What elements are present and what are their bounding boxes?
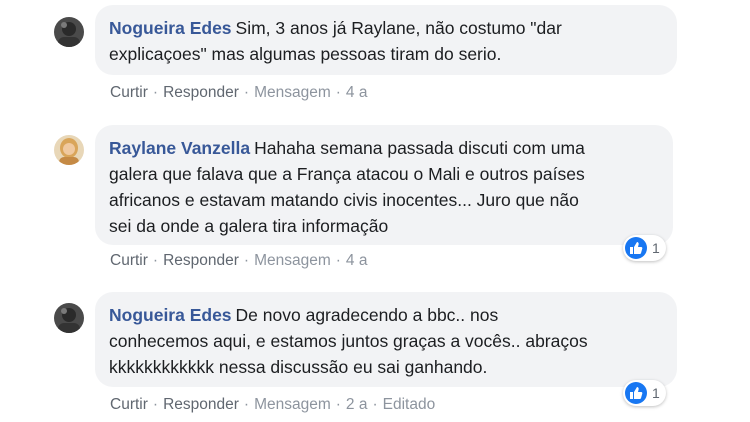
avatar[interactable] xyxy=(54,135,84,165)
comment-timestamp[interactable]: 4 a xyxy=(346,252,368,269)
reply-link[interactable]: Responder xyxy=(163,84,239,101)
like-thumb-icon xyxy=(625,382,647,404)
comment-bubble: Nogueira Edes De novo agradecendo a bbc..… xyxy=(95,292,677,387)
comment-text-line: explicaçoes" mas algumas pessoas tiram d… xyxy=(109,44,502,64)
comment-text-line: sei da onde a galera tira informação xyxy=(109,216,389,236)
comment-text-line: galera que falava que a França atacou o … xyxy=(109,164,585,184)
reaction-count: 1 xyxy=(652,240,660,256)
comment-text-line: Sim, 3 anos já Raylane, não costumo "dar xyxy=(235,18,562,38)
like-link[interactable]: Curtir xyxy=(110,252,148,269)
separator: · xyxy=(152,252,159,269)
separator: · xyxy=(152,396,159,413)
comment-bubble: Raylane Vanzella Hahaha semana passada di… xyxy=(95,125,673,245)
separator: · xyxy=(243,84,250,101)
message-link[interactable]: Mensagem xyxy=(254,84,331,101)
like-thumb-icon xyxy=(625,237,647,259)
comment-actions: Curtir · Responder · Mensagem · 2 a · Editado xyxy=(110,396,435,414)
comment-author[interactable]: Nogueira Edes xyxy=(109,18,232,38)
comment-actions: Curtir · Responder · Mensagem · 4 a xyxy=(110,84,367,102)
avatar[interactable] xyxy=(54,303,84,333)
separator: · xyxy=(152,84,159,101)
comment-text-line: conhecemos aqui, e estamos juntos graças… xyxy=(109,331,588,351)
separator: · xyxy=(335,84,341,101)
comment-bubble: Nogueira Edes Sim, 3 anos já Raylane, não… xyxy=(95,5,677,75)
reaction-badge[interactable]: 1 xyxy=(623,235,666,261)
comment-actions: Curtir · Responder · Mensagem · 4 a xyxy=(110,252,367,270)
reaction-badge[interactable]: 1 xyxy=(623,380,666,406)
avatar[interactable] xyxy=(54,17,84,47)
message-link[interactable]: Mensagem xyxy=(254,252,331,269)
separator: · xyxy=(243,396,250,413)
comment-author[interactable]: Raylane Vanzella xyxy=(109,138,250,158)
like-link[interactable]: Curtir xyxy=(110,84,148,101)
separator: · xyxy=(335,252,341,269)
comment-timestamp[interactable]: 4 a xyxy=(346,84,368,101)
comment-text-line: kkkkkkkkkkkk nessa discussão eu sai ganh… xyxy=(109,357,488,377)
separator: · xyxy=(372,396,378,413)
comment-timestamp[interactable]: 2 a xyxy=(346,396,368,413)
separator: · xyxy=(243,252,250,269)
message-link[interactable]: Mensagem xyxy=(254,396,331,413)
edited-label[interactable]: Editado xyxy=(383,396,436,413)
like-link[interactable]: Curtir xyxy=(110,396,148,413)
comment-text-line: De novo agradecendo a bbc.. nos xyxy=(235,305,499,325)
reply-link[interactable]: Responder xyxy=(163,396,239,413)
comment-text-line: Hahaha semana passada discuti com uma xyxy=(254,138,585,158)
separator: · xyxy=(335,396,341,413)
reply-link[interactable]: Responder xyxy=(163,252,239,269)
reaction-count: 1 xyxy=(652,385,660,401)
comment-text-line: africanos e estavam matando civis inocen… xyxy=(109,190,579,210)
comment-author[interactable]: Nogueira Edes xyxy=(109,305,232,325)
